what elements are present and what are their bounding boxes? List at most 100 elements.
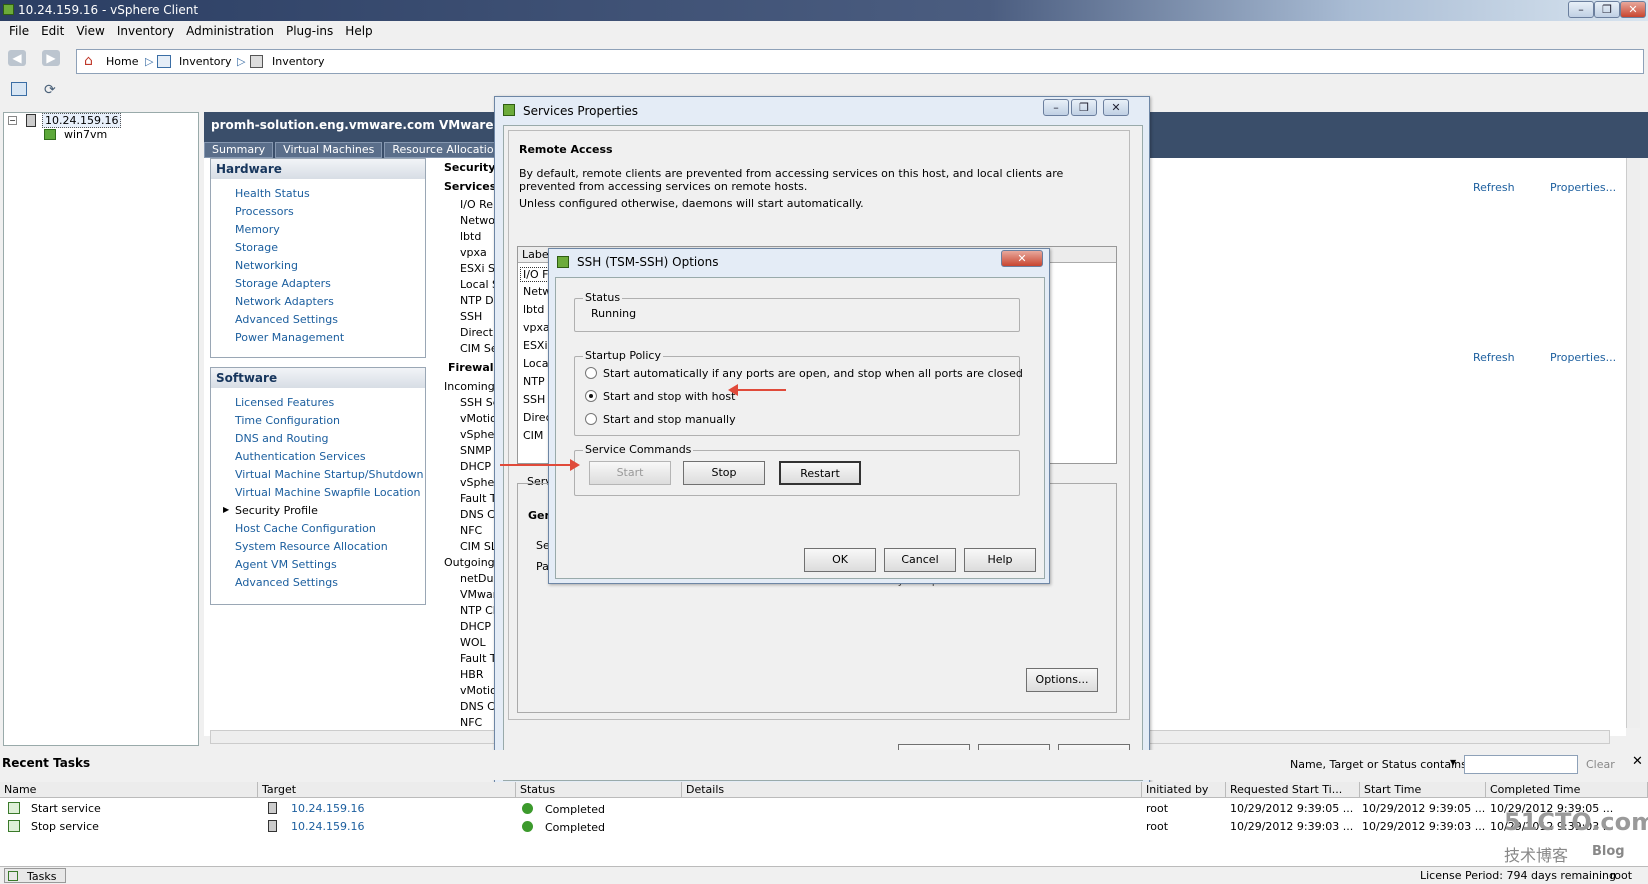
minimize-button[interactable]: – [1568,1,1594,18]
ssh-close-button[interactable]: ✕ [1001,250,1043,267]
hw-memory[interactable]: Memory [235,223,280,236]
label-column-header[interactable]: Labe [522,248,549,261]
sw-system-resource-allocation[interactable]: System Resource Allocation [235,540,388,553]
menu-plugins[interactable]: Plug-ins [286,24,333,38]
table-row[interactable]: Start service 10.24.159.16 Completed roo… [0,800,1648,818]
col-completed-time[interactable]: Completed Time [1486,782,1648,798]
breadcrumb-home[interactable]: Home [106,55,138,68]
sw-agent-vm-settings[interactable]: Agent VM Settings [235,558,337,571]
hw-health-status[interactable]: Health Status [235,187,310,200]
close-button[interactable]: ✕ [1620,1,1646,18]
sw-advanced-settings[interactable]: Advanced Settings [235,576,338,589]
hw-networking[interactable]: Networking [235,259,298,272]
refresh-firewall-link[interactable]: Refresh [1473,351,1515,364]
list-row[interactable]: vpxa [523,321,550,334]
services-close-button[interactable]: ✕ [1103,99,1129,116]
properties-firewall-link[interactable]: Properties... [1550,351,1616,364]
table-row[interactable]: Stop service 10.24.159.16 Completed root… [0,818,1648,836]
menu-file[interactable]: File [9,24,29,38]
list-row-selected[interactable]: I/O F [520,267,552,282]
sw-time-configuration[interactable]: Time Configuration [235,414,340,427]
hw-storage-adapters[interactable]: Storage Adapters [235,277,331,290]
status-value: Running [591,307,637,320]
filter-dropdown-icon[interactable]: ▼ [1450,758,1456,767]
outgoing-item: WOL [460,636,486,649]
clear-button[interactable]: Clear [1586,758,1615,771]
ssh-cancel-button[interactable]: Cancel [884,548,956,572]
hw-processors[interactable]: Processors [235,205,294,218]
recent-tasks-title: Recent Tasks [2,756,91,770]
completed-check-icon [522,821,533,832]
filter-input[interactable] [1464,755,1578,774]
refresh-services-link[interactable]: Refresh [1473,181,1515,194]
hw-power-management[interactable]: Power Management [235,331,344,344]
col-status[interactable]: Status [516,782,682,798]
breadcrumb-inventory-hosts[interactable]: Inventory [272,55,325,68]
sw-security-profile[interactable]: Security Profile [235,504,318,517]
hw-storage[interactable]: Storage [235,241,278,254]
col-name[interactable]: Name [0,782,258,798]
col-start-time[interactable]: Start Time [1360,782,1486,798]
options-button[interactable]: Options... [1026,668,1098,692]
menu-view[interactable]: View [76,24,104,38]
col-requested-start[interactable]: Requested Start Ti... [1226,782,1360,798]
breadcrumb-inventory[interactable]: Inventory [179,55,232,68]
ssh-ok-button[interactable]: OK [804,548,876,572]
start-button[interactable]: Start [589,461,671,485]
stop-button[interactable]: Stop [683,461,765,485]
tree-vm[interactable]: win7vm [64,128,107,141]
tasks-button[interactable]: Tasks [4,868,66,883]
maximize-button[interactable]: ❐ [1594,1,1620,18]
services-title: Services [444,180,497,193]
refresh-icon[interactable]: ⟳ [44,82,56,98]
watermark-logo-text: 51CTO.com [1504,808,1648,836]
list-row[interactable]: lbtd [523,303,544,316]
sw-vm-swapfile-location[interactable]: Virtual Machine Swapfile Location [235,486,420,499]
new-vm-icon[interactable] [11,82,27,96]
col-target[interactable]: Target [258,782,516,798]
right-scrollbar[interactable] [1626,158,1640,728]
services-minimize-button[interactable]: – [1043,99,1069,116]
task-initiated-by: root [1146,802,1169,815]
sw-host-cache-configuration[interactable]: Host Cache Configuration [235,522,376,535]
collapse-icon[interactable]: − [8,116,17,125]
list-row[interactable]: CIM [523,429,543,442]
tab-summary[interactable]: Summary [204,142,274,158]
list-row[interactable]: NTP [523,375,545,388]
service-item: lbtd [460,230,482,243]
back-arrow-icon[interactable]: ◀ [8,50,26,66]
properties-services-link[interactable]: Properties... [1550,181,1616,194]
tree-host[interactable]: 10.24.159.16 [42,113,122,128]
restart-button[interactable]: Restart [779,461,861,485]
menu-administration[interactable]: Administration [186,24,274,38]
service-item: Direct [460,326,493,339]
sw-authentication-services[interactable]: Authentication Services [235,450,366,463]
tab-virtual-machines[interactable]: Virtual Machines [275,142,383,158]
task-target[interactable]: 10.24.159.16 [291,802,364,815]
col-details[interactable]: Details [682,782,1142,798]
task-target[interactable]: 10.24.159.16 [291,820,364,833]
ssh-help-button[interactable]: Help [964,548,1036,572]
col-initiated-by[interactable]: Initiated by [1142,782,1226,798]
tab-resource-allocation[interactable]: Resource Allocation [384,142,509,158]
list-row[interactable]: Loca [523,357,548,370]
close-tasks-icon[interactable]: ✕ [1632,754,1643,769]
forward-arrow-icon[interactable]: ▶ [42,50,60,66]
outgoing-item: HBR [460,668,484,681]
sw-dns-routing[interactable]: DNS and Routing [235,432,329,445]
radio-start-auto[interactable] [585,367,597,379]
sw-vm-startup-shutdown[interactable]: Virtual Machine Startup/Shutdown [235,468,423,481]
software-title: Software [211,368,425,388]
services-maximize-button[interactable]: ❐ [1071,99,1097,116]
radio-start-manually[interactable] [585,413,597,425]
menu-edit[interactable]: Edit [41,24,64,38]
inventory-icon [157,55,171,68]
menu-inventory[interactable]: Inventory [117,24,174,38]
hw-network-adapters[interactable]: Network Adapters [235,295,334,308]
radio-start-with-host[interactable] [585,390,597,402]
list-row[interactable]: SSH [523,393,545,406]
list-row[interactable]: ESXi [523,339,548,352]
sw-licensed-features[interactable]: Licensed Features [235,396,334,409]
hw-advanced-settings[interactable]: Advanced Settings [235,313,338,326]
menu-help[interactable]: Help [345,24,372,38]
